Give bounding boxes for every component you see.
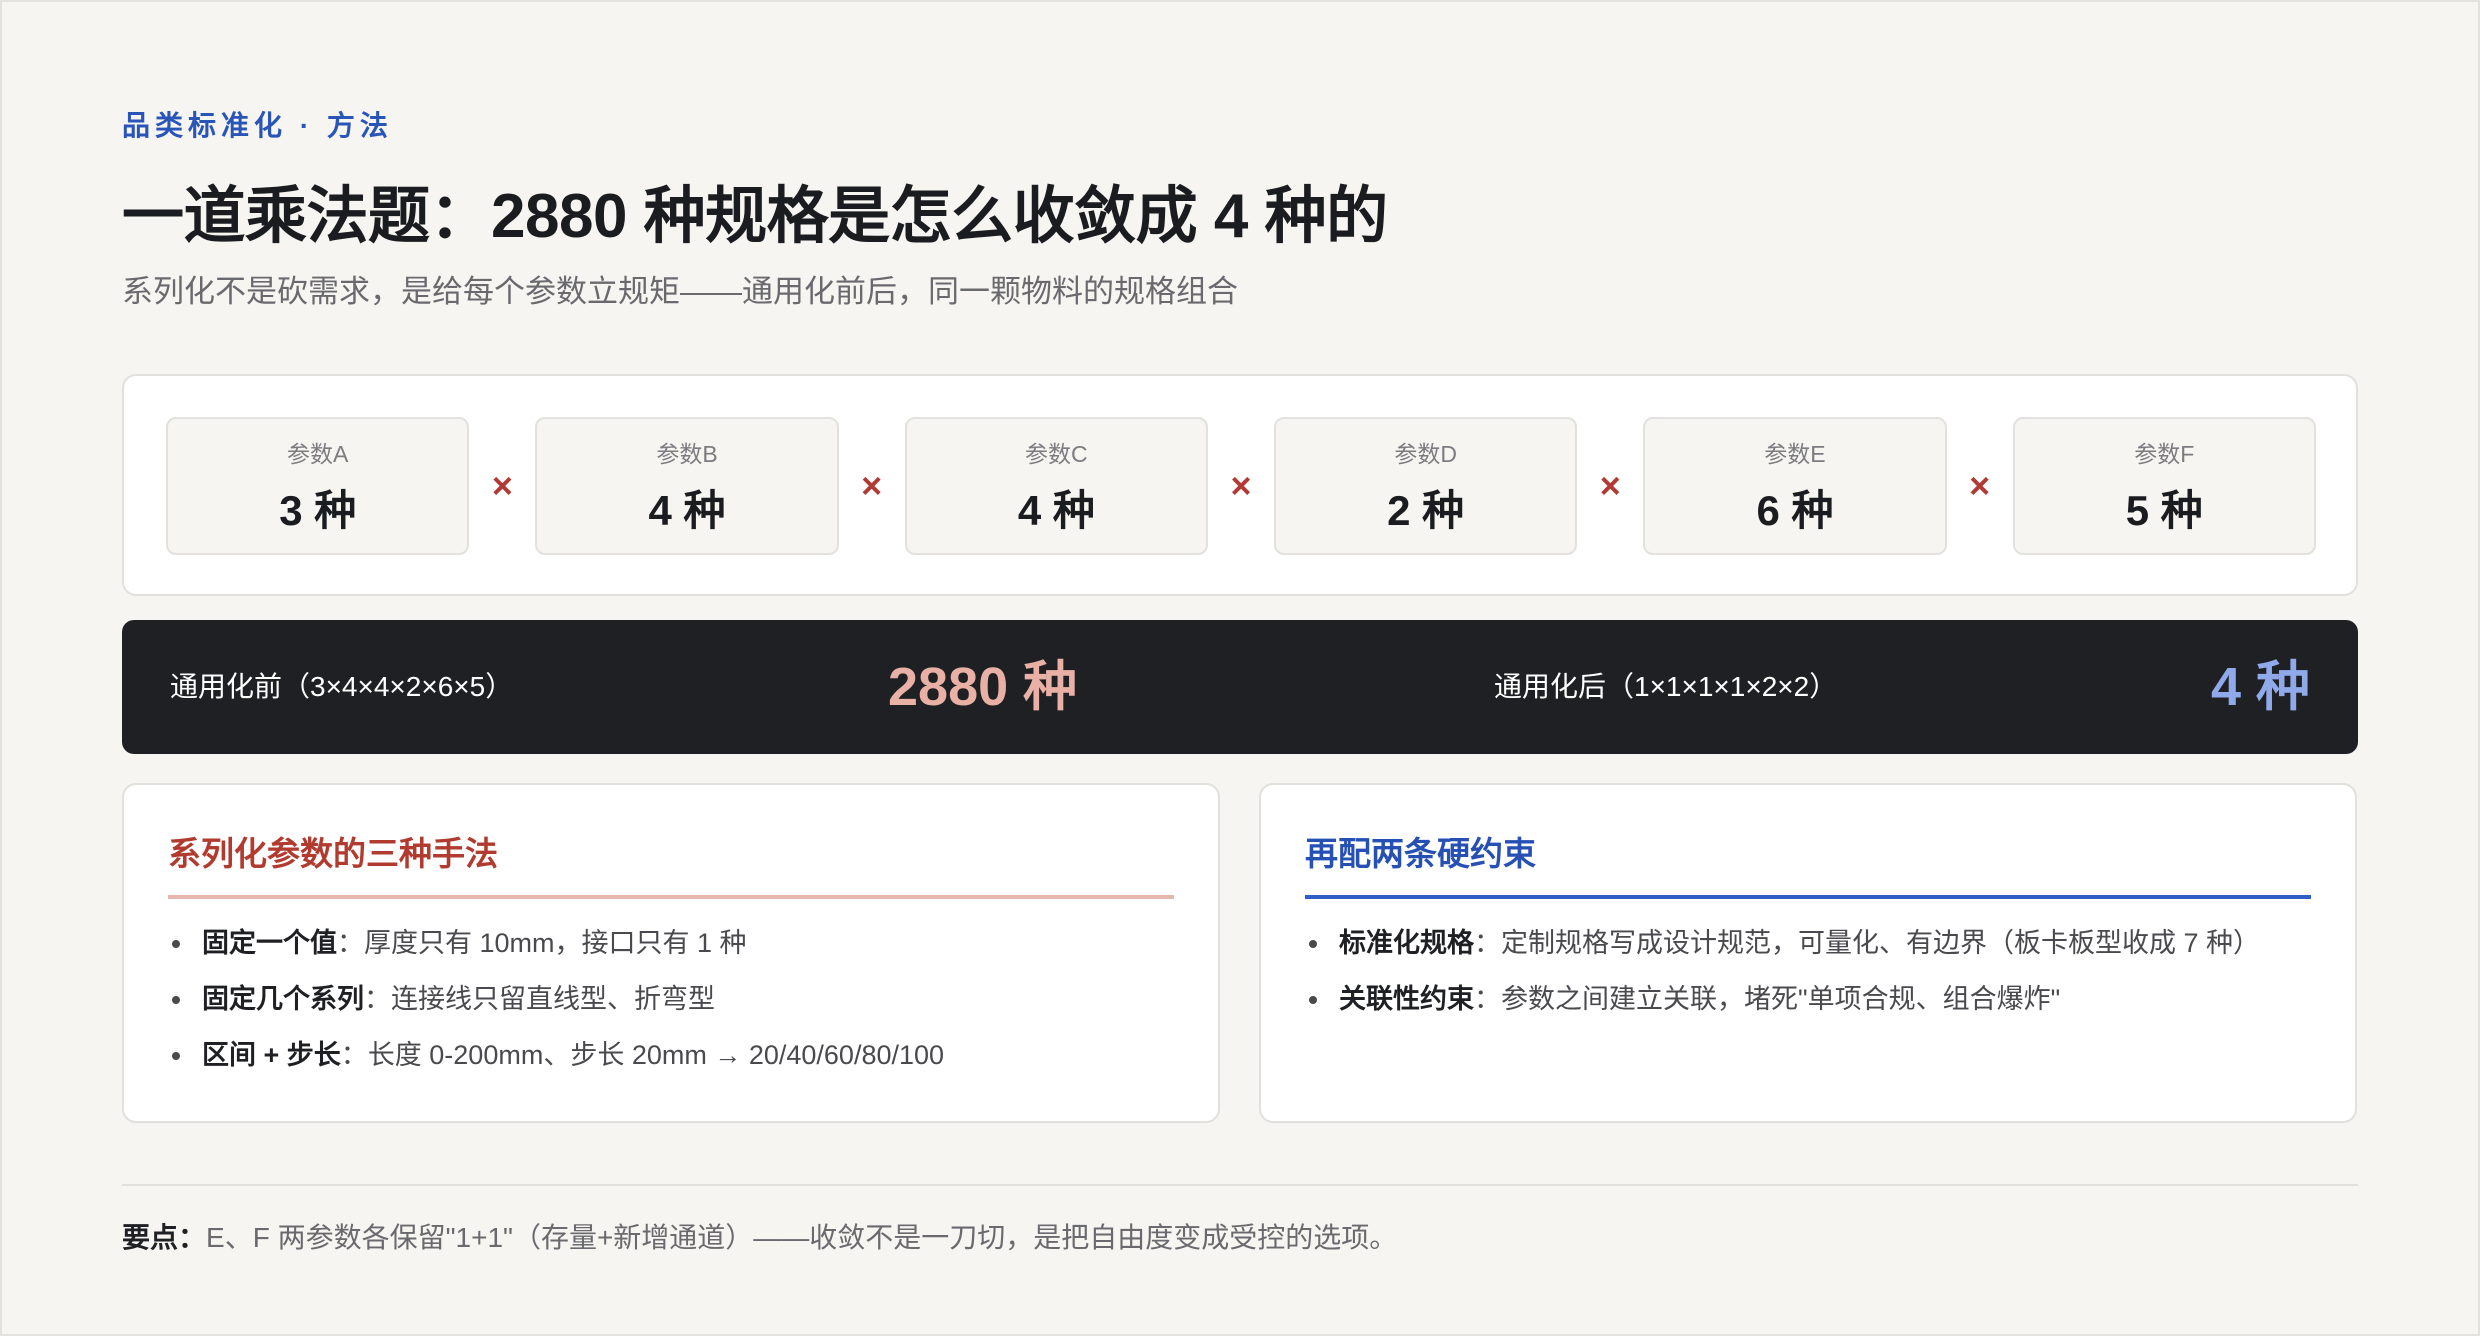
list-item-text: ：定制规格写成设计规范，可量化、有边界（板卡板型收成 7 种） <box>1474 928 2261 958</box>
parameter-card-b: 参数B 4 种 <box>535 417 839 555</box>
parameter-value: 2 种 <box>1387 486 1465 534</box>
parameter-value: 4 种 <box>648 486 726 534</box>
result-bar: 通用化前（3×4×4×2×6×5） 2880 种 通用化后（1×1×1×1×2×… <box>122 620 2358 754</box>
list-item: 固定一个值：厚度只有 10mm，接口只有 1 种 <box>170 915 1178 971</box>
multiply-icon: × <box>491 465 513 506</box>
constraints-card-title: 再配两条硬约束 <box>1305 827 2311 899</box>
parameter-card-c: 参数C 4 种 <box>904 417 1209 555</box>
list-item-term: 关联性约束 <box>1339 984 1474 1014</box>
parameter-label: 参数D <box>1394 440 1457 467</box>
parameter-card-e: 参数E 6 种 <box>1643 417 1947 555</box>
list-item-term: 固定一个值 <box>202 928 337 958</box>
multiply-icon: × <box>1599 465 1621 506</box>
parameter-card-d: 参数D 2 种 <box>1273 417 1578 555</box>
parameter-value: 6 种 <box>1756 486 1834 534</box>
eyebrow: 品类标准化 · 方法 <box>122 110 393 141</box>
footnote-label: 要点： <box>122 1222 207 1253</box>
before-value: 2880 种 <box>888 657 1078 717</box>
parameter-value: 4 种 <box>1017 486 1095 534</box>
multiply-icon: × <box>1969 465 1991 506</box>
list-item: 关联性约束：参数之间建立关联，堵死"单项合规、组合爆炸" <box>1307 971 2315 1027</box>
parameter-label: 参数E <box>1764 440 1826 467</box>
list-item-text: ：参数之间建立关联，堵死"单项合规、组合爆炸" <box>1474 984 2061 1014</box>
parameter-value: 3 种 <box>279 486 357 534</box>
page-title: 一道乘法题：2880 种规格是怎么收敛成 4 种的 <box>122 182 1388 251</box>
methods-card-title: 系列化参数的三种手法 <box>168 827 1174 899</box>
list-item-text: ：长度 0-200mm、步长 20mm → 20/40/60/80/100 <box>340 1040 945 1070</box>
list-item-text: ：连接线只留直线型、折弯型 <box>364 984 715 1014</box>
parameter-value: 5 种 <box>2125 486 2203 534</box>
methods-list: 固定一个值：厚度只有 10mm，接口只有 1 种 固定几个系列：连接线只留直线型… <box>170 915 1178 1083</box>
list-item: 标准化规格：定制规格写成设计规范，可量化、有边界（板卡板型收成 7 种） <box>1307 915 2315 971</box>
parameter-card-a: 参数A 3 种 <box>166 417 470 555</box>
multiply-icon: × <box>1230 465 1252 506</box>
list-item-term: 固定几个系列 <box>202 984 364 1014</box>
constraints-list: 标准化规格：定制规格写成设计规范，可量化、有边界（板卡板型收成 7 种） 关联性… <box>1307 915 2315 1027</box>
list-item-term: 标准化规格 <box>1339 928 1474 958</box>
parameter-label: 参数F <box>2134 440 2195 467</box>
footnote: 要点：E、F 两参数各保留"1+1"（存量+新增通道）——收敛不是一刀切，是把自… <box>122 1216 1397 1256</box>
list-item-term: 区间 + 步长 <box>202 1040 341 1070</box>
footnote-text: E、F 两参数各保留"1+1"（存量+新增通道）——收敛不是一刀切，是把自由度变… <box>206 1222 1398 1253</box>
parameter-panel: 参数A 3 种 × 参数B 4 种 × 参数C 4 种 × 参数D 2 种 × … <box>122 374 2358 596</box>
constraints-card: 再配两条硬约束 标准化规格：定制规格写成设计规范，可量化、有边界（板卡板型收成 … <box>1259 783 2357 1123</box>
after-value: 4 种 <box>2210 657 2310 717</box>
list-item: 固定几个系列：连接线只留直线型、折弯型 <box>170 971 1178 1027</box>
list-item: 区间 + 步长：长度 0-200mm、步长 20mm → 20/40/60/80… <box>170 1027 1178 1083</box>
before-label: 通用化前（3×4×4×2×6×5） <box>170 671 514 702</box>
parameter-card-f: 参数F 5 种 <box>2012 417 2316 555</box>
list-item-text: ：厚度只有 10mm，接口只有 1 种 <box>337 928 747 958</box>
methods-card: 系列化参数的三种手法 固定一个值：厚度只有 10mm，接口只有 1 种 固定几个… <box>122 783 1220 1123</box>
divider <box>122 1184 2358 1186</box>
parameter-label: 参数B <box>656 440 718 467</box>
multiply-icon: × <box>861 465 883 506</box>
page-subtitle: 系列化不是砍需求，是给每个参数立规矩——通用化前后，同一颗物料的规格组合 <box>122 274 1238 309</box>
parameter-label: 参数A <box>287 440 349 467</box>
after-label: 通用化后（1×1×1×1×2×2） <box>1494 671 1838 702</box>
parameter-label: 参数C <box>1025 440 1088 467</box>
parameter-row: 参数A 3 种 × 参数B 4 种 × 参数C 4 种 × 参数D 2 种 × … <box>166 416 2316 556</box>
